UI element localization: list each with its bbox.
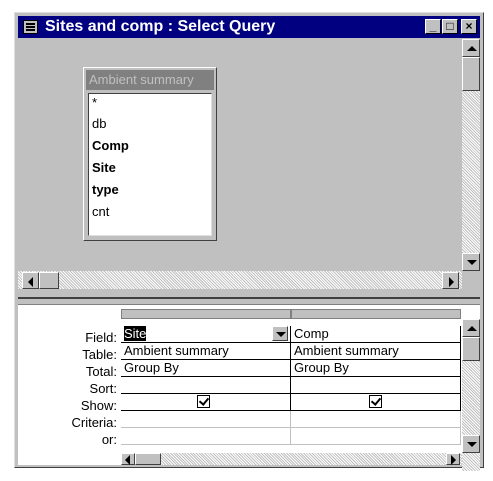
field-value-1: Site	[124, 326, 147, 341]
field-item-db[interactable]: db	[92, 116, 106, 131]
close-button[interactable]: ×	[461, 19, 477, 34]
column-selector-1[interactable]	[121, 309, 291, 319]
arrow-right-icon	[451, 455, 456, 465]
minimize-button[interactable]: _	[425, 19, 441, 34]
arrow-left-icon	[125, 455, 130, 465]
pane-splitter[interactable]	[18, 297, 480, 305]
show-checkbox-2[interactable]	[369, 395, 382, 408]
upper-horizontal-scrollbar[interactable]	[18, 271, 462, 289]
field-item-type[interactable]: type	[92, 182, 119, 197]
query-window: Sites and comp : Select Query _ □ × Ambi…	[14, 12, 484, 471]
chevron-down-icon	[276, 332, 286, 337]
grid-scroll-right-button[interactable]	[446, 453, 460, 465]
grid-cell-field-2[interactable]: Comp	[291, 326, 461, 343]
title-bar[interactable]: Sites and comp : Select Query _ □ ×	[18, 16, 480, 38]
grid-scroll-left-button[interactable]	[121, 453, 135, 465]
scroll-right-button[interactable]	[442, 272, 459, 289]
grid-scroll-thumb[interactable]	[462, 337, 480, 361]
row-label-criteria: Criteria:	[71, 415, 117, 430]
arrow-right-icon	[449, 277, 454, 287]
grid-cell-sort-1[interactable]	[121, 377, 291, 394]
grid-cell-or-2[interactable]	[291, 428, 461, 445]
table-pane: Ambient summary * db Comp Site type cnt	[18, 39, 480, 297]
scroll-left-button[interactable]	[22, 272, 39, 289]
grid-horizontal-scrollbar[interactable]	[121, 453, 462, 465]
grid-horizontal-thumb[interactable]	[135, 453, 161, 465]
grid-cell-table-1[interactable]: Ambient summary	[121, 343, 291, 360]
row-label-or: or:	[101, 432, 117, 447]
grid-row-labels: Field: Table: Total: Sort: Show: Criteri…	[18, 305, 121, 465]
field-item-cnt[interactable]: cnt	[92, 204, 109, 219]
maximize-button[interactable]: □	[442, 19, 458, 34]
field-list-window[interactable]: Ambient summary * db Comp Site type cnt	[83, 67, 217, 241]
field-list-body[interactable]: * db Comp Site type cnt	[88, 93, 212, 236]
row-label-total: Total:	[85, 364, 117, 379]
arrow-down-icon	[467, 442, 477, 447]
grid-cell-table-2[interactable]: Ambient summary	[291, 343, 461, 360]
grid-cell-criteria-2[interactable]	[291, 411, 461, 428]
arrow-up-icon	[467, 46, 477, 51]
horizontal-scroll-thumb[interactable]	[39, 272, 59, 289]
grid-cell-or-1[interactable]	[121, 428, 291, 445]
column-selector-2[interactable]	[291, 309, 461, 319]
row-label-show: Show:	[80, 398, 117, 413]
grid-cell-total-2[interactable]: Group By	[291, 360, 461, 377]
field-dropdown-button[interactable]	[272, 326, 288, 341]
grid-cell-show-1[interactable]	[121, 394, 291, 411]
grid-cell-show-2[interactable]	[291, 394, 461, 411]
grid-cell-field-1[interactable]: Site	[121, 326, 291, 343]
grid-cell-criteria-1[interactable]	[121, 411, 291, 428]
field-list-title[interactable]: Ambient summary	[86, 70, 214, 90]
grid-scroll-down-button[interactable]	[462, 435, 480, 453]
query-design-grid[interactable]: Site Ambient summary Group By Comp Ambie…	[121, 309, 462, 453]
row-label-table: Table:	[82, 347, 117, 362]
arrow-up-icon	[467, 326, 477, 331]
scroll-down-button[interactable]	[462, 253, 480, 271]
arrow-left-icon	[28, 277, 33, 287]
query-icon[interactable]	[23, 20, 38, 34]
scroll-thumb[interactable]	[462, 57, 480, 91]
field-item-site[interactable]: Site	[92, 160, 116, 175]
scroll-up-button[interactable]	[462, 39, 480, 57]
grid-scroll-up-button[interactable]	[462, 319, 480, 337]
design-grid-pane: Field: Table: Total: Sort: Show: Criteri…	[18, 305, 480, 471]
row-label-sort: Sort:	[89, 381, 117, 396]
arrow-down-icon	[467, 260, 477, 265]
window-title: Sites and comp : Select Query	[45, 18, 276, 35]
grid-cell-sort-2[interactable]	[291, 377, 461, 394]
grid-cell-total-1[interactable]: Group By	[121, 360, 291, 377]
row-label-field: Field:	[85, 330, 117, 345]
show-checkbox-1[interactable]	[197, 395, 210, 408]
field-item-all[interactable]: *	[92, 95, 97, 110]
field-item-comp[interactable]: Comp	[92, 138, 129, 153]
